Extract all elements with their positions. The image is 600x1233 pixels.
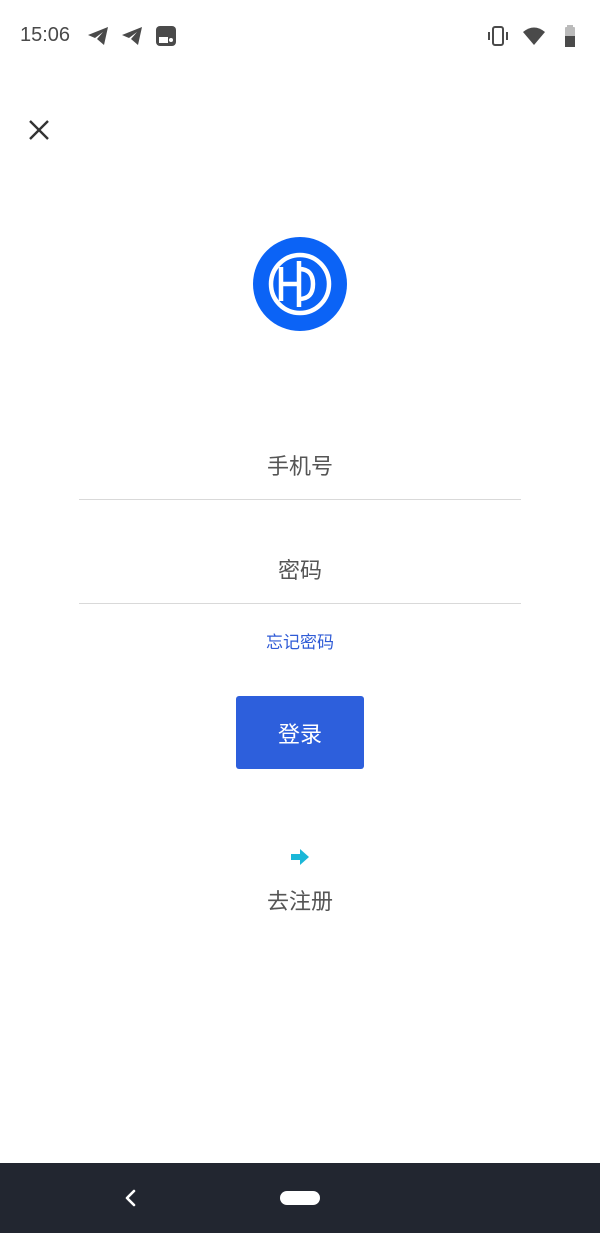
register-label: 去注册 <box>266 890 333 915</box>
login-button[interactable]: 登录 <box>236 696 364 769</box>
status-bar: 15:06 <box>0 0 600 72</box>
battery-icon <box>565 25 575 47</box>
status-system-icons <box>486 24 582 48</box>
arrow-right-icon <box>291 849 309 865</box>
close-icon <box>29 120 49 140</box>
phone-input[interactable] <box>79 436 521 499</box>
phone-field[interactable] <box>79 436 521 500</box>
vibrate-icon <box>488 26 508 46</box>
close-button[interactable] <box>22 113 56 147</box>
hd-logo-icon <box>253 237 347 331</box>
back-icon[interactable] <box>118 1185 144 1211</box>
telegram-icon <box>88 27 108 45</box>
notification-icon <box>156 26 176 46</box>
telegram-icon <box>122 27 142 45</box>
password-field[interactable] <box>79 540 521 604</box>
wifi-icon <box>523 27 545 45</box>
register-link[interactable]: 去注册 <box>200 846 400 916</box>
navigation-bar <box>0 1163 600 1233</box>
status-time: 15:06 <box>20 24 71 46</box>
forgot-password-link[interactable]: 忘记密码 <box>0 628 600 653</box>
home-pill-icon[interactable] <box>280 1191 320 1205</box>
password-input[interactable] <box>79 540 521 603</box>
status-notification-icons <box>86 24 178 48</box>
